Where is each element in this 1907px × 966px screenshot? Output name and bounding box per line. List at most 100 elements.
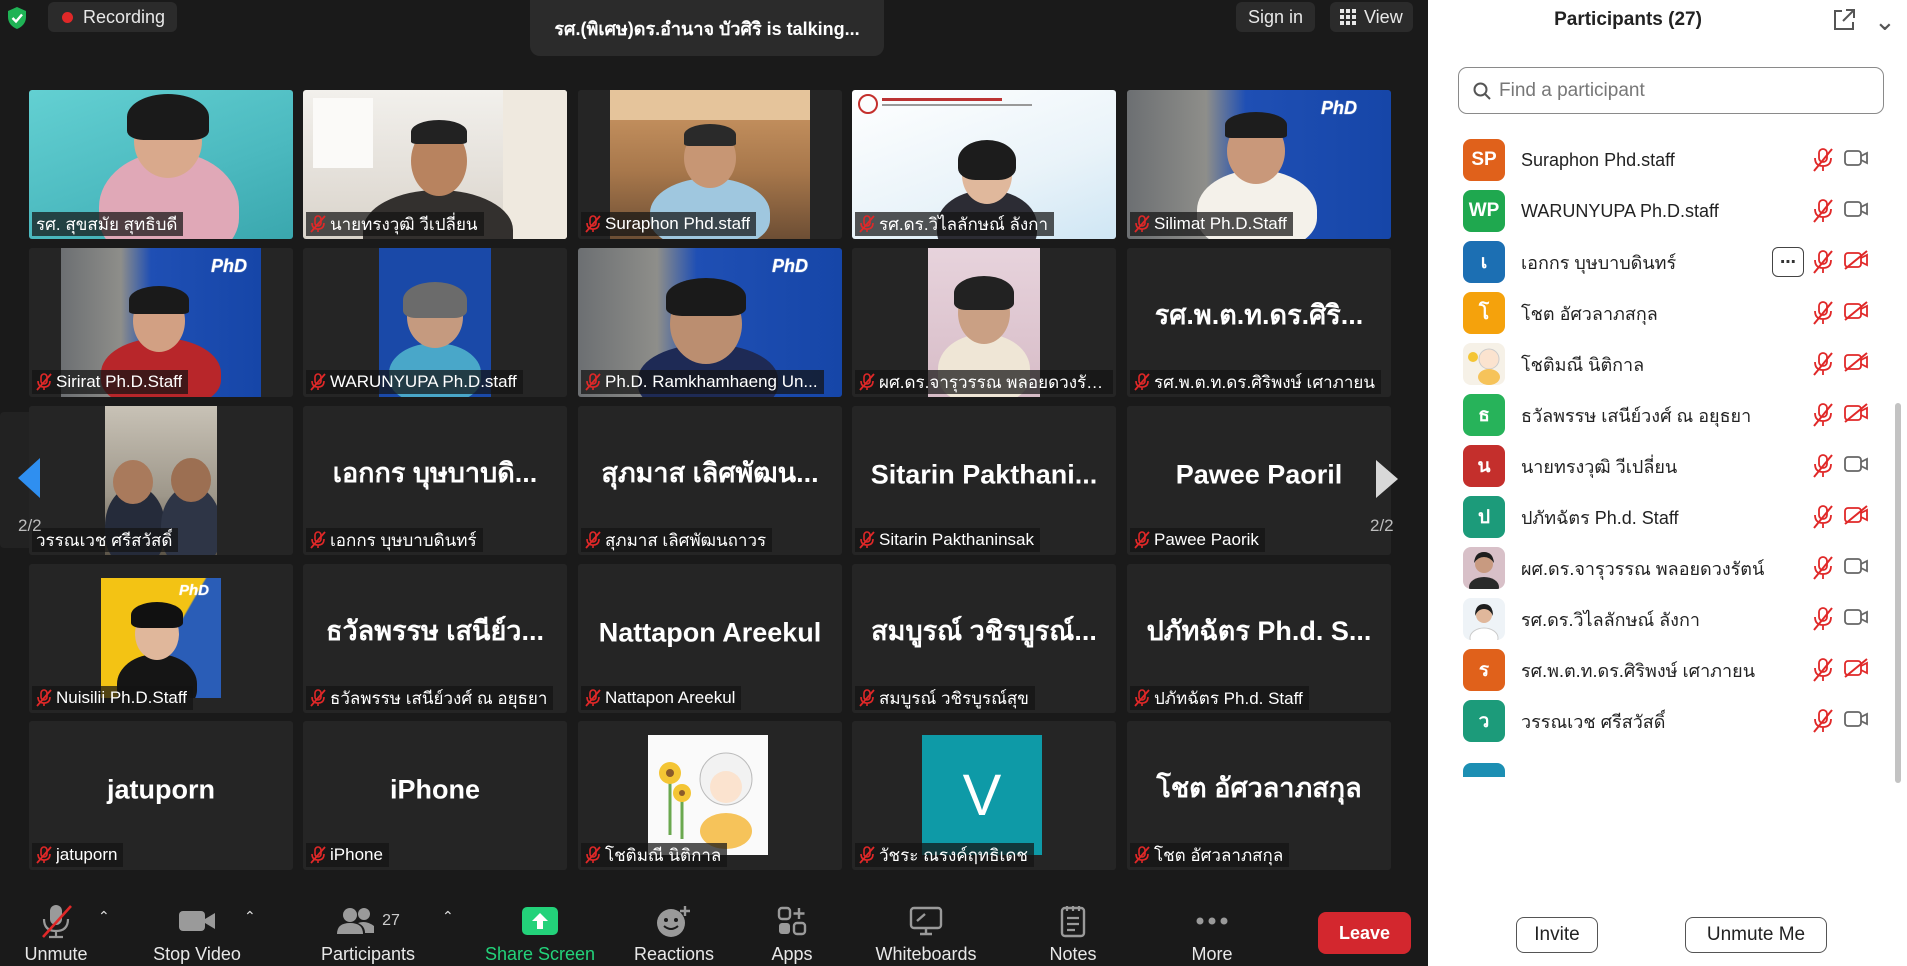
- tile-name-label: WARUNYUPA Ph.D.staff: [306, 370, 523, 394]
- sign-in-button[interactable]: Sign in: [1236, 2, 1316, 32]
- participants-label: Participants: [320, 944, 416, 964]
- next-page-arrow-icon[interactable]: [1374, 458, 1400, 500]
- recording-indicator[interactable]: Recording: [48, 2, 178, 32]
- video-tile[interactable]: ปภัทฉัตร Ph.d. S... ปภัทฉัตร Ph.d. Staff: [1127, 564, 1391, 713]
- participant-search-input[interactable]: [1499, 79, 1859, 102]
- reactions-label: Reactions: [633, 944, 715, 964]
- video-tile[interactable]: PhD Ph.D. Ramkhamhaeng Un...: [578, 248, 842, 397]
- video-off-icon[interactable]: [1843, 402, 1869, 424]
- video-tile[interactable]: ธวัลพรรษ เสนีย์ว... ธวัลพรรษ เสนีย์วงศ์ …: [303, 564, 567, 713]
- video-tile[interactable]: เอกกร บุษบาบดิ... เอกกร บุษบาบดินทร์: [303, 406, 567, 555]
- video-on-icon[interactable]: [1843, 606, 1869, 628]
- video-tile[interactable]: รศ.ดร.วิไลลักษณ์ ลังกา: [852, 90, 1116, 239]
- pop-out-icon[interactable]: [1832, 8, 1856, 32]
- video-off-icon[interactable]: [1843, 351, 1869, 373]
- participant-list-scrollbar[interactable]: [1894, 118, 1902, 894]
- panel-title: Participants (27): [1554, 9, 1702, 30]
- video-tile[interactable]: Sitarin Pakthani... Sitarin Pakthaninsak: [852, 406, 1116, 555]
- video-on-icon[interactable]: [1843, 147, 1869, 169]
- more-dots-icon: [1196, 917, 1228, 925]
- tile-display-name: jatuporn: [107, 773, 215, 804]
- video-tile[interactable]: สมบูรณ์ วชิรบูรณ์... สมบูรณ์ วชิรบูรณ์สุ…: [852, 564, 1116, 713]
- video-tile[interactable]: WARUNYUPA Ph.D.staff: [303, 248, 567, 397]
- prev-page-arrow-icon[interactable]: [16, 456, 42, 500]
- avatar: [1463, 598, 1505, 640]
- close-panel-icon[interactable]: ⌄: [1874, 6, 1896, 37]
- video-on-icon[interactable]: [1843, 453, 1869, 475]
- participant-search[interactable]: [1458, 67, 1884, 114]
- participant-video: PhD: [101, 578, 221, 698]
- view-button[interactable]: View: [1330, 2, 1413, 32]
- leave-button[interactable]: Leave: [1318, 912, 1411, 954]
- video-tile[interactable]: รศ. สุขสมัย สุทธิบดี: [29, 90, 293, 239]
- mic-muted-icon: [585, 531, 601, 549]
- share-screen-button[interactable]: Share Screen: [480, 884, 600, 966]
- shield-check-icon[interactable]: [6, 6, 28, 30]
- phd-logo: PhD: [211, 256, 247, 276]
- video-tile[interactable]: วรรณเวช ศรีสวัสดิ์: [29, 406, 293, 555]
- video-tile[interactable]: PhD Silimat Ph.D.Staff: [1127, 90, 1391, 239]
- mic-muted-icon: [859, 846, 875, 864]
- audio-options-caret-icon[interactable]: ⌃: [98, 908, 110, 925]
- mic-muted-icon: [310, 215, 326, 233]
- mic-muted-icon: [36, 846, 52, 864]
- mic-muted-icon[interactable]: [1812, 402, 1834, 428]
- mic-muted-icon[interactable]: [1812, 657, 1834, 683]
- mic-muted-icon[interactable]: [1812, 351, 1834, 377]
- mic-muted-icon[interactable]: [1812, 249, 1834, 275]
- participants-caret-icon[interactable]: ⌃: [442, 908, 454, 925]
- video-tile[interactable]: นายทรงวุฒิ วีเปลี่ยน: [303, 90, 567, 239]
- video-tile[interactable]: iPhone iPhone: [303, 721, 567, 870]
- avatar: [1463, 343, 1505, 385]
- video-tile[interactable]: รศ.พ.ต.ท.ดร.ศิริ... รศ.พ.ต.ท.ดร.ศิริพงษ์…: [1127, 248, 1391, 397]
- mic-muted-icon: [585, 215, 601, 233]
- more-button[interactable]: More: [1170, 884, 1254, 966]
- video-off-icon[interactable]: [1843, 300, 1869, 322]
- video-off-icon[interactable]: [1843, 249, 1869, 271]
- more-options-button[interactable]: ⋯: [1772, 247, 1804, 277]
- mic-muted-icon[interactable]: [1812, 147, 1834, 173]
- stop-video-button[interactable]: Stop Video: [142, 884, 252, 966]
- invite-button[interactable]: Invite: [1516, 917, 1598, 953]
- unmute-me-button[interactable]: Unmute Me: [1685, 917, 1827, 953]
- avatar: [1463, 763, 1505, 777]
- video-on-icon[interactable]: [1843, 708, 1869, 730]
- scrollbar-thumb[interactable]: [1895, 403, 1901, 783]
- mic-muted-icon: [859, 531, 875, 549]
- mic-muted-icon[interactable]: [1812, 708, 1834, 734]
- reactions-button[interactable]: Reactions: [622, 884, 726, 966]
- mic-muted-icon[interactable]: [1812, 300, 1834, 326]
- video-tile[interactable]: Suraphon Phd.staff: [578, 90, 842, 239]
- tile-name-label: iPhone: [306, 843, 389, 867]
- share-screen-label: Share Screen: [484, 944, 596, 964]
- participant-name: เอกกร บุษบาบดินทร์: [1521, 252, 1677, 273]
- video-tile[interactable]: โชติมณี นิติกาล: [578, 721, 842, 870]
- video-tile[interactable]: Pawee Paoril Pawee Paorik: [1127, 406, 1391, 555]
- meeting-window: Recording รศ.(พิเศษ)ดร.อำนาจ บัวศิริ is …: [0, 0, 1428, 966]
- video-off-icon[interactable]: [1843, 504, 1869, 526]
- video-off-icon[interactable]: [1843, 657, 1869, 679]
- share-screen-icon: [522, 907, 558, 935]
- participants-button[interactable]: 27 Participants: [312, 884, 424, 966]
- video-on-icon[interactable]: [1843, 198, 1869, 220]
- video-tile[interactable]: V วัชระ ณรงค์ฤทธิเดช: [852, 721, 1116, 870]
- video-tile[interactable]: Nattapon Areekul Nattapon Areekul: [578, 564, 842, 713]
- mic-muted-icon[interactable]: [1812, 504, 1834, 530]
- video-tile[interactable]: โชต อัศวลาภสกุล โชต อัศวลาภสกุล: [1127, 721, 1391, 870]
- video-options-caret-icon[interactable]: ⌃: [244, 908, 256, 925]
- notes-button[interactable]: Notes: [1030, 884, 1116, 966]
- video-tile[interactable]: สุภมาส เลิศพัฒน... สุภมาส เลิศพัฒนถาวร: [578, 406, 842, 555]
- apps-button[interactable]: Apps: [752, 884, 832, 966]
- video-tile[interactable]: jatuporn jatuporn: [29, 721, 293, 870]
- mic-muted-icon[interactable]: [1812, 606, 1834, 632]
- mic-muted-icon[interactable]: [1812, 555, 1834, 581]
- tile-name-label: ปภัทฉัตร Ph.d. Staff: [1130, 686, 1309, 710]
- video-on-icon[interactable]: [1843, 555, 1869, 577]
- video-tile[interactable]: PhD Nuisilii Ph.D.Staff: [29, 564, 293, 713]
- mic-muted-icon[interactable]: [1812, 198, 1834, 224]
- whiteboards-button[interactable]: Whiteboards: [866, 884, 986, 966]
- video-tile[interactable]: ผศ.ดร.จารุวรรณ พลอยดวงรัตน์: [852, 248, 1116, 397]
- mic-muted-icon[interactable]: [1812, 453, 1834, 479]
- unmute-button[interactable]: Unmute: [14, 884, 98, 966]
- video-tile[interactable]: PhD Sirirat Ph.D.Staff: [29, 248, 293, 397]
